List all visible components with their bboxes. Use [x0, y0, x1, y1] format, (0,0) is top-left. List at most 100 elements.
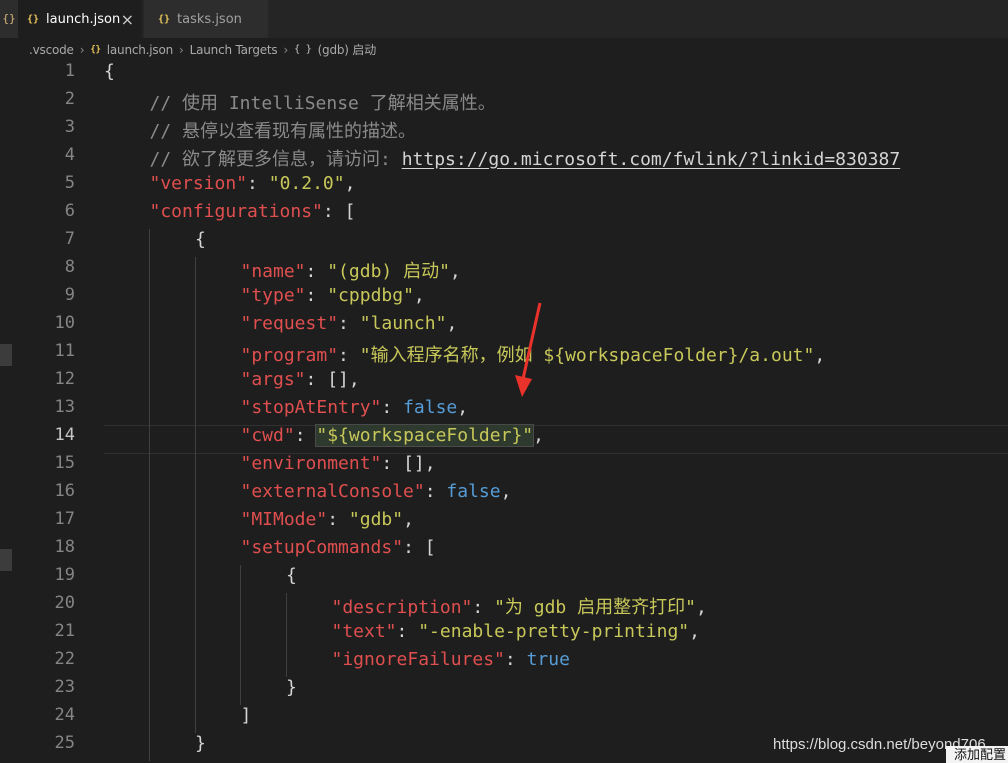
comment-link[interactable]: https://go.microsoft.com/fwlink/?linkid=… — [402, 149, 901, 170]
json-bracket: ] — [240, 705, 252, 726]
json-key: "MIMode" — [240, 509, 328, 530]
code-line[interactable]: 15 "environment": [], — [0, 453, 1008, 481]
code-line[interactable]: 16 "externalConsole": false, — [0, 481, 1008, 509]
json-key: "program" — [240, 345, 339, 366]
json-punctuation: , — [413, 285, 425, 306]
json-bracket: { — [286, 565, 297, 586]
code-line[interactable]: 21 "text": "-enable-pretty-printing", — [0, 621, 1008, 649]
json-key: "stopAtEntry" — [240, 397, 382, 418]
code-line[interactable]: 22 "ignoreFailures": true — [0, 649, 1008, 677]
json-punctuation: : — [472, 597, 495, 618]
code-comment: // 使用 IntelliSense 了解相关属性。 — [149, 93, 496, 114]
json-bracket: { — [195, 229, 206, 250]
json-braces-icon[interactable]: {} — [0, 0, 18, 38]
code-text: } — [286, 677, 297, 698]
line-number: 4 — [64, 145, 75, 165]
json-punctuation: , — [500, 481, 512, 502]
json-punctuation: : — [327, 509, 349, 530]
code-text: ] — [241, 705, 252, 726]
code-line[interactable]: 2 // 使用 IntelliSense 了解相关属性。 — [0, 89, 1008, 117]
code-line[interactable]: 13 "stopAtEntry": false, — [0, 397, 1008, 425]
indent-guide — [149, 649, 150, 677]
code-line[interactable]: 17 "MIMode": "gdb", — [0, 509, 1008, 537]
line-number: 25 — [54, 733, 75, 753]
breadcrumb-file[interactable]: {} launch.json — [90, 43, 173, 57]
indent-guide — [240, 593, 241, 621]
json-braces-icon: {} — [27, 13, 40, 25]
code-line[interactable]: 20 "description": "为 gdb 启用整齐打印", — [0, 593, 1008, 621]
code-editor[interactable]: 1{2// 使用 IntelliSense 了解相关属性。 3// 悬停以查看现有… — [0, 61, 1008, 763]
code-line[interactable]: 4 // 欲了解更多信息，请访问: https://go.microsoft.co… — [0, 145, 1008, 173]
json-punctuation: , — [403, 509, 414, 530]
indent-guide — [149, 621, 150, 649]
json-punctuation: : [ — [322, 201, 356, 222]
code-text: "ignoreFailures": true — [332, 649, 570, 670]
line-number: 17 — [54, 509, 75, 529]
code-text: // 欲了解更多信息，请访问: https://go.microsoft.com… — [150, 145, 901, 171]
line-number: 1 — [64, 61, 75, 81]
code-line[interactable]: 6 "configurations": [ — [0, 201, 1008, 229]
json-key: "externalConsole" — [240, 481, 425, 502]
json-string-value: "${workspaceFolder}" — [315, 424, 535, 447]
breadcrumb-section[interactable]: Launch Targets — [190, 43, 278, 57]
line-number: 23 — [54, 677, 75, 697]
indent-guide — [240, 621, 241, 649]
indent-guide — [285, 593, 287, 621]
line-number: 6 — [64, 201, 75, 221]
code-text: } — [195, 733, 206, 754]
code-text: "request": "launch", — [241, 313, 458, 334]
tab-tasks-json[interactable]: {} tasks.json — [144, 0, 268, 38]
indent-guide — [194, 537, 196, 565]
indent-guide — [194, 565, 196, 593]
code-line[interactable]: 9 "type": "cppdbg", — [0, 285, 1008, 313]
chevron-right-icon: › — [283, 42, 289, 57]
indent-guide — [149, 313, 150, 341]
json-string-value: "cppdbg" — [327, 285, 414, 306]
add-configuration-button[interactable]: 添加配置 — [946, 746, 1008, 763]
line-number: 21 — [54, 621, 75, 641]
code-line[interactable]: 11 "program": "输入程序名称，例如 ${workspaceFolde… — [0, 341, 1008, 369]
code-text: "configurations": [ — [150, 201, 356, 222]
code-line[interactable]: 23} — [0, 677, 1008, 705]
code-comment: // 悬停以查看现有属性的描述。 — [149, 121, 417, 142]
code-text: "cwd": "${workspaceFolder}", — [241, 424, 544, 447]
indent-guide — [285, 621, 287, 649]
tab-label: launch.json — [46, 11, 121, 27]
code-text: "stopAtEntry": false, — [241, 397, 469, 418]
breadcrumb-folder[interactable]: .vscode — [29, 43, 74, 57]
json-punctuation: , — [344, 173, 356, 194]
annotation-arrow — [515, 302, 542, 397]
code-line[interactable]: 5 "version": "0.2.0", — [0, 173, 1008, 201]
code-line[interactable]: 7{ — [0, 229, 1008, 257]
chevron-right-icon: › — [179, 42, 184, 57]
json-punctuation: : — [305, 285, 328, 306]
json-punctuation: , — [533, 425, 544, 446]
code-line[interactable]: 1{ — [0, 61, 1008, 89]
code-line[interactable]: 18 "setupCommands": [ — [0, 537, 1008, 565]
line-number: 11 — [54, 341, 75, 361]
indent-guide — [194, 509, 196, 537]
code-line[interactable]: 19 { — [0, 565, 1008, 593]
json-string-value: "0.2.0" — [268, 173, 345, 194]
breadcrumb-object[interactable]: { } (gdb) 启动 — [294, 41, 376, 58]
indent-guide — [149, 397, 150, 425]
json-key: "version" — [149, 173, 248, 194]
indent-guide — [149, 705, 150, 733]
indent-guide — [149, 257, 150, 285]
code-line[interactable]: 8 "name": "(gdb) 启动", — [0, 257, 1008, 285]
code-line[interactable]: 3 // 悬停以查看现有属性的描述。 — [0, 117, 1008, 145]
json-punctuation: : [], — [305, 369, 360, 390]
json-punctuation: , — [689, 621, 700, 642]
code-text: "version": "0.2.0", — [150, 173, 356, 194]
code-text: { — [104, 61, 115, 82]
line-number: 5 — [64, 173, 75, 193]
json-punctuation: : — [338, 313, 360, 334]
close-icon[interactable]: × — [121, 10, 134, 29]
code-line[interactable]: 10 "request": "launch", — [0, 313, 1008, 341]
code-line[interactable]: 12 "args": [], — [0, 369, 1008, 397]
tab-launch-json[interactable]: {} launch.json × — [18, 0, 142, 38]
json-string-value: "launch" — [359, 313, 447, 334]
code-text: "MIMode": "gdb", — [241, 509, 414, 530]
code-line[interactable]: 14 "cwd": "${workspaceFolder}", — [0, 424, 1008, 454]
code-line[interactable]: 24] — [0, 705, 1008, 733]
